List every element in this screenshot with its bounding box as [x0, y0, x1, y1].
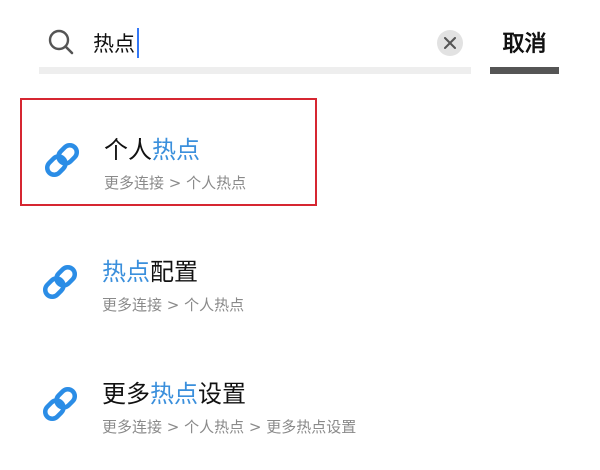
result-title: 更多热点设置: [102, 380, 246, 408]
search-bar[interactable]: 热点: [39, 14, 471, 74]
cancel-underline: [490, 67, 559, 74]
link-icon: [40, 262, 80, 302]
match-highlight: 热点: [152, 136, 200, 164]
cancel-label: 取消: [502, 32, 547, 57]
match-highlight: 热点: [102, 258, 150, 286]
result-path: 更多连接 > 个人热点 > 更多热点设置: [102, 418, 357, 436]
link-icon: [40, 384, 80, 424]
text-caret: [137, 28, 139, 58]
result-title: 个人热点: [104, 136, 200, 164]
clear-icon: [444, 37, 456, 49]
search-icon: [47, 28, 75, 56]
search-query: 热点: [93, 32, 135, 56]
result-item-more-hotspot-settings[interactable]: 更多热点设置 更多连接 > 个人热点 > 更多热点设置: [20, 344, 440, 452]
result-item-hotspot-config[interactable]: 热点配置 更多连接 > 个人热点: [20, 222, 317, 330]
result-path: 更多连接 > 个人热点: [102, 296, 245, 314]
clear-search-button[interactable]: [437, 30, 463, 56]
result-item-personal-hotspot[interactable]: 个人热点 更多连接 > 个人热点: [20, 98, 317, 206]
search-input[interactable]: 热点: [93, 28, 139, 58]
link-icon: [42, 140, 82, 180]
result-path: 更多连接 > 个人热点: [104, 174, 247, 192]
result-title: 热点配置: [102, 258, 198, 286]
match-highlight: 热点: [150, 380, 198, 408]
cancel-button[interactable]: 取消: [490, 14, 559, 74]
